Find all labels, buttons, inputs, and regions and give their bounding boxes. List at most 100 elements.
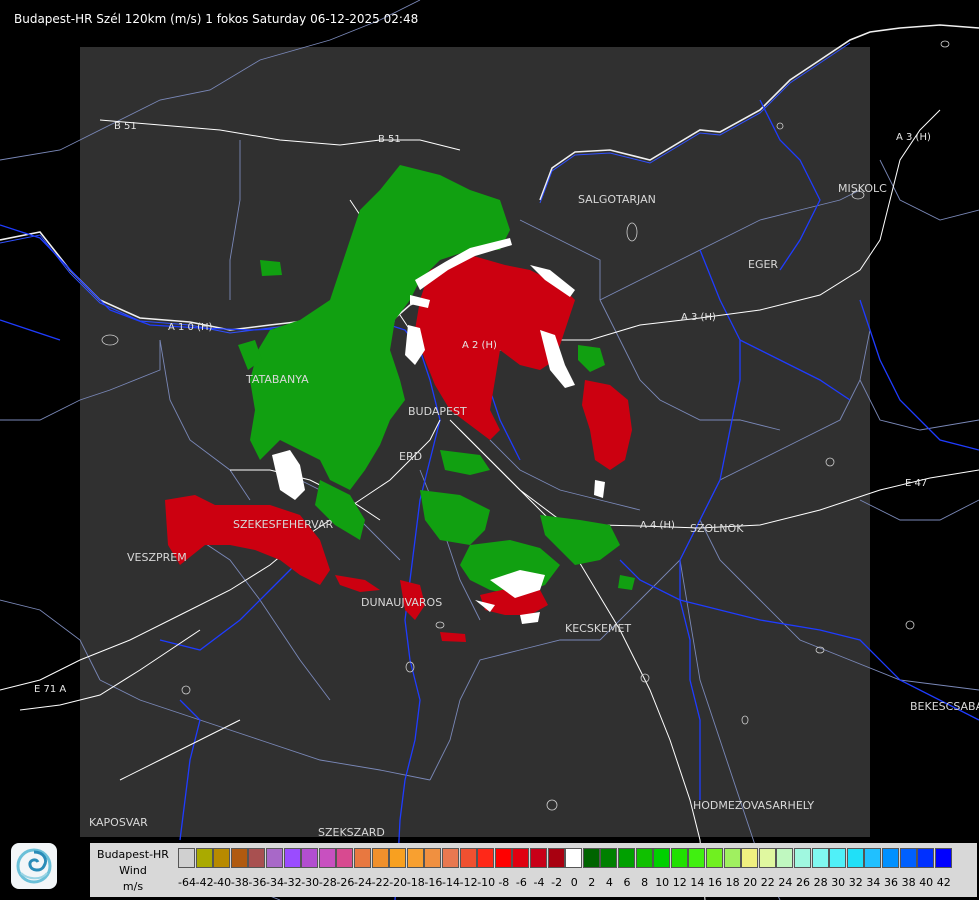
legend-label: 38 [901,876,916,889]
legend-swatch [688,848,706,868]
road-label: A 3 (H) [896,132,931,143]
road-label: E 71 A [34,684,67,695]
legend-label: 20 [743,876,758,889]
legend-swatch [653,848,671,868]
legend-swatch [530,848,547,868]
legend-swatch [406,848,424,868]
legend-swatch [336,848,354,868]
legend-label: -10 [477,876,496,889]
legend-label: 0 [570,876,578,889]
legend-swatch [459,848,477,868]
legend-label: -12 [459,876,478,889]
legend-swatch [582,848,600,868]
place-label-hodmezovasarhely: HODMEZOVASARHELY [693,799,815,812]
legend-swatch [371,848,389,868]
legend-swatch [547,848,565,868]
legend-swatch [917,848,935,868]
road-label: A 3 (H) [681,312,716,323]
legend-swatch [318,848,336,868]
wind-legend: Budapest-HR Wind m/s -64 -42 -40 -38 -36 -34-… [90,843,977,897]
road-label: A 4 (H) [640,520,675,531]
road-label: A 1 0 (H) [168,322,213,333]
legend-label: 28 [813,876,828,889]
page-title: Budapest-HR Szél 120km (m/s) 1 fokos Sat… [14,12,419,26]
legend-swatch [758,848,776,868]
legend-label: 12 [672,876,687,889]
legend-label: 8 [641,876,649,889]
place-label-salgotarjan: SALGOTARJAN [578,193,656,206]
legend-label: 14 [690,876,705,889]
legend-label: 30 [831,876,846,889]
legend-swatch [301,848,319,868]
legend-swatch [195,848,213,868]
road-label: A 2 (H) [462,340,497,351]
legend-title-line-1: Budapest-HR [97,848,169,861]
swirl-logo-icon [16,848,52,884]
legend-swatch [829,848,847,868]
legend-swatch [442,848,459,868]
legend-label: -6 [515,876,527,889]
legend-label: 22 [760,876,775,889]
legend-swatch [512,848,530,868]
legend-swatch [565,848,583,868]
legend-swatch [283,848,301,868]
legend-swatch [899,848,917,868]
legend-label: 32 [848,876,863,889]
legend-swatch [424,848,442,868]
legend-swatch [723,848,741,868]
legend-title: Budapest-HR Wind m/s [90,847,176,895]
place-label-kaposvar: KAPOSVAR [89,816,148,829]
place-label-szolnok: SZOLNOK [690,522,744,535]
legend-label: -34 [266,876,284,889]
legend-label: -26 [336,876,355,889]
legend-label: 18 [725,876,740,889]
place-label-kecskemet: KECSKEMET [565,622,632,635]
legend-swatch [354,848,371,868]
legend-swatch [389,848,407,868]
legend-label: 6 [623,876,631,889]
legend-swatch [811,848,829,868]
legend-swatch [934,848,952,868]
legend-label: -30 [301,876,320,889]
legend-swatch [248,848,266,868]
place-label-budapest: BUDAPEST [408,405,467,418]
legend-label: 34 [866,876,881,889]
place-label-szekesfehervar: SZEKESFEHERVAR [233,518,334,531]
road-label: E 47 [905,478,928,489]
legend-label: -38 [230,876,249,889]
legend-label: -20 [389,876,408,889]
legend-label: 40 [919,876,934,889]
legend-label: 16 [708,876,722,889]
place-label-erd: ERD [399,450,423,463]
place-label-eger: EGER [748,258,779,271]
legend-swatch [670,848,688,868]
place-label-dunaujvaros: DUNAUJVAROS [361,596,443,609]
legend-label: -4 [533,876,545,889]
legend-swatch [618,848,635,868]
legend-swatch [741,848,759,868]
legend-swatch [776,848,794,868]
legend-label: -8 [498,876,510,889]
legend-label: 2 [588,876,596,889]
place-label-miskolc: MISKOLC [838,182,887,195]
met-service-logo [11,843,57,889]
legend-swatch [882,848,899,868]
legend-swatch [178,848,195,868]
legend-label: -28 [318,876,337,889]
place-label-tatabanya: TATABANYA [246,373,309,386]
legend-label: -18 [406,876,425,889]
legend-swatch [846,848,864,868]
legend-swatch [266,848,283,868]
legend-swatch [230,848,248,868]
road-label: B 51 [114,121,137,132]
legend-label: 42 [936,876,951,889]
legend-label: -14 [442,876,460,889]
legend-swatch [494,848,512,868]
legend-swatch [635,848,653,868]
legend-label: -32 [283,876,302,889]
legend-label: -16 [424,876,443,889]
legend-swatch [706,848,723,868]
legend-title-line-3: m/s [122,880,144,893]
place-label-veszprem: VESZPREM [127,551,187,564]
place-label-szekszard: SZEKSZARD [318,826,385,839]
